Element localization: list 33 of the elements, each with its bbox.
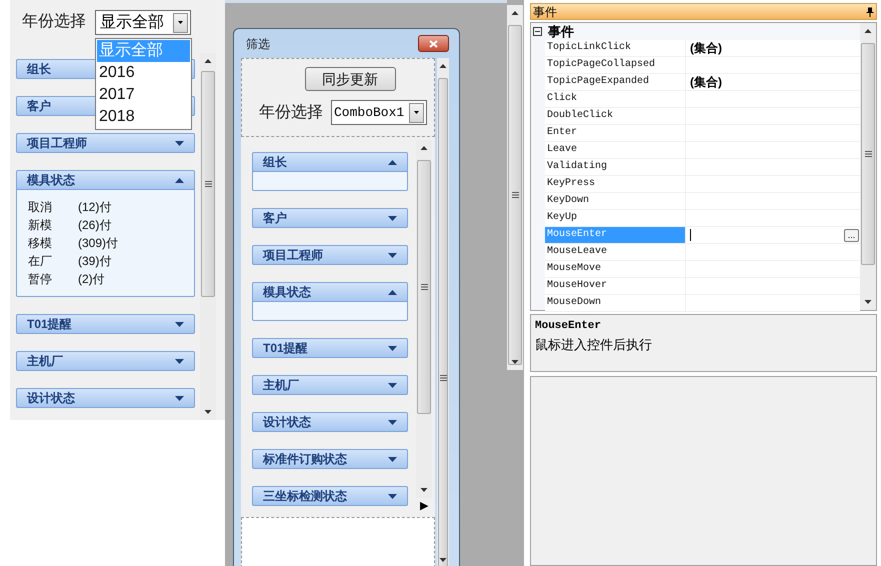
year-label: 年份选择	[259, 102, 323, 122]
group-title: 设计状态	[263, 414, 311, 431]
status-count: (309)付	[78, 235, 118, 252]
status-name: 在厂	[28, 253, 53, 270]
group-title: 组长	[263, 154, 287, 171]
group-title: 项目工程师	[263, 247, 323, 264]
year-label: 年份选择	[22, 12, 86, 32]
status-count: (26)付	[78, 217, 112, 234]
status-name: 取消	[28, 199, 53, 216]
group-title: 模具状态	[27, 172, 75, 189]
group-title: 组长	[27, 61, 51, 78]
group-title: 主机厂	[263, 377, 299, 394]
group-title: 标准件订购状态	[263, 451, 347, 468]
description-text: 鼠标进入控件后执行	[535, 336, 653, 354]
window-title: 筛选	[246, 36, 270, 52]
group-title: 客户	[263, 210, 287, 227]
status-count: (2)付	[78, 271, 105, 288]
group-title: 客户	[27, 98, 51, 115]
group-title: T01提醒	[27, 316, 72, 333]
status-count: (39)付	[78, 253, 112, 270]
group-title: 三坐标检测状态	[263, 488, 347, 505]
status-name: 新模	[28, 217, 53, 234]
group-title: T01提醒	[263, 340, 308, 357]
group-title: 主机厂	[27, 353, 63, 370]
status-name: 移模	[28, 235, 53, 252]
status-name: 暂停	[28, 271, 53, 288]
group-title: 设计状态	[27, 390, 75, 407]
description-title: MouseEnter	[535, 319, 602, 334]
group-title: 项目工程师	[27, 135, 87, 152]
group-title: 模具状态	[263, 284, 311, 301]
category-label: 事件	[548, 22, 574, 41]
status-count: (12)付	[78, 199, 112, 216]
panel-title: 事件	[533, 4, 557, 20]
